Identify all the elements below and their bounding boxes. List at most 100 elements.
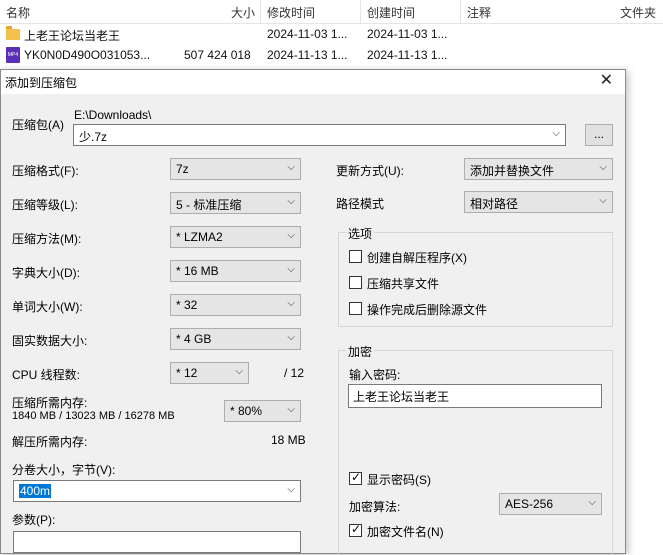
update-mode-value: 添加并替换文件: [470, 164, 555, 178]
file-modified: 2024-11-03 1...: [267, 27, 348, 41]
dict-size-select[interactable]: * 16 MB ⌵: [170, 260, 301, 282]
memory-usage-value: * 80%: [230, 404, 263, 418]
volume-size-combo[interactable]: 400m ⌵: [13, 480, 301, 502]
dict-size-value: * 16 MB: [176, 264, 219, 278]
method-select[interactable]: * LZMA2 ⌵: [170, 226, 301, 248]
chevron-down-icon[interactable]: ⌵: [287, 230, 295, 241]
chevron-down-icon[interactable]: ⌵: [287, 404, 295, 415]
sfx-checkbox[interactable]: [349, 250, 362, 263]
close-icon[interactable]: ✕: [600, 72, 613, 90]
file-modified: 2024-11-13 1...: [267, 48, 348, 62]
level-value: 5 - 标准压缩: [176, 198, 242, 212]
word-size-select[interactable]: * 32 ⌵: [170, 294, 301, 316]
password-label: 输入密码:: [349, 368, 401, 382]
file-name: 上老王论坛当老王: [24, 29, 121, 43]
file-row[interactable]: 上老王论坛当老王 2024-11-03 1... 2024-11-03 1...: [0, 24, 663, 44]
password-value: 上老王论坛当老王: [353, 390, 450, 404]
column-comment[interactable]: 注释: [467, 4, 491, 21]
word-size-value: * 32: [176, 298, 198, 312]
file-list-header: 名称 大小 修改时间 创建时间 注释 文件夹: [0, 0, 663, 24]
delete-after-label[interactable]: 操作完成后删除源文件: [367, 301, 487, 318]
params-input[interactable]: [13, 531, 301, 553]
format-value: 7z: [176, 162, 189, 176]
encryption-method-select[interactable]: AES-256 ⌵: [499, 493, 602, 515]
folder-icon: [6, 26, 20, 40]
chevron-down-icon[interactable]: ⌵: [235, 366, 243, 377]
file-created: 2024-11-13 1...: [367, 48, 448, 62]
password-input[interactable]: 上老王论坛当老王: [348, 384, 602, 408]
decompress-memory-value: 18 MB: [271, 433, 306, 447]
show-password-label[interactable]: 显示密码(S): [367, 471, 431, 488]
archive-name-combo[interactable]: 少.7z ⌵: [73, 124, 566, 146]
column-modified[interactable]: 修改时间: [267, 4, 315, 21]
params-label: 参数(P):: [12, 513, 56, 527]
compress-memory-label: 压缩所需内存:: [12, 396, 88, 410]
word-size-label: 单词大小(W):: [12, 300, 83, 314]
solid-size-label: 固实数据大小:: [12, 334, 88, 348]
volume-size-value: 400m: [19, 484, 52, 498]
column-divider[interactable]: [460, 0, 461, 24]
options-title: 选项: [346, 225, 375, 242]
archive-name-value: 少.7z: [79, 130, 108, 144]
browse-button[interactable]: ...: [585, 124, 613, 146]
chevron-down-icon[interactable]: ⌵: [287, 484, 295, 495]
column-size[interactable]: 大小: [231, 4, 255, 21]
encryption-method-label: 加密算法:: [349, 500, 401, 514]
path-mode-label: 路径模式: [336, 197, 385, 211]
cpu-threads-max: / 12: [284, 366, 305, 380]
chevron-down-icon[interactable]: ⌵: [552, 128, 560, 139]
chevron-down-icon[interactable]: ⌵: [599, 195, 607, 206]
dialog-titlebar[interactable]: 添加到压缩包 ✕: [1, 70, 625, 94]
sfx-label[interactable]: 创建自解压程序(X): [367, 249, 467, 266]
column-created[interactable]: 创建时间: [367, 4, 415, 21]
decompress-memory-label: 解压所需内存:: [12, 435, 88, 449]
level-label: 压缩等级(L):: [12, 198, 79, 212]
file-row[interactable]: MP4 YK0N0D490O031053... 507 424 018 2024…: [0, 45, 663, 65]
encryption-title: 加密: [346, 343, 375, 360]
solid-size-select[interactable]: * 4 GB ⌵: [170, 328, 301, 350]
file-name: YK0N0D490O031053...: [24, 48, 151, 62]
delete-after-checkbox[interactable]: [349, 302, 362, 315]
shared-files-label[interactable]: 压缩共享文件: [367, 275, 439, 292]
update-mode-label: 更新方式(U):: [336, 164, 404, 178]
encryption-method-value: AES-256: [505, 497, 554, 511]
show-password-checkbox[interactable]: [349, 470, 362, 485]
file-created: 2024-11-03 1...: [367, 27, 448, 41]
compress-memory-detail: 1840 MB / 13023 MB / 16278 MB: [12, 410, 175, 422]
cpu-threads-value: * 12: [176, 366, 198, 380]
column-divider[interactable]: [260, 0, 261, 24]
column-folder[interactable]: 文件夹: [620, 4, 656, 21]
archive-label: 压缩包(A): [12, 118, 64, 132]
format-label: 压缩格式(F):: [12, 164, 79, 178]
add-to-archive-dialog: 添加到压缩包 ✕ 压缩包(A) E:\Downloads\ 少.7z ⌵ ...…: [0, 69, 626, 555]
file-size: 507 424 018: [184, 48, 251, 62]
archive-path: E:\Downloads\: [74, 108, 152, 122]
encrypt-names-label[interactable]: 加密文件名(N): [367, 523, 444, 540]
chevron-down-icon[interactable]: ⌵: [599, 162, 607, 173]
chevron-down-icon[interactable]: ⌵: [287, 298, 295, 309]
chevron-down-icon[interactable]: ⌵: [588, 497, 596, 508]
chevron-down-icon[interactable]: ⌵: [287, 162, 295, 173]
solid-size-value: * 4 GB: [176, 332, 212, 346]
shared-files-checkbox[interactable]: [349, 276, 362, 289]
column-divider[interactable]: [360, 0, 361, 24]
dialog-title: 添加到压缩包: [5, 76, 78, 90]
chevron-down-icon[interactable]: ⌵: [287, 196, 295, 207]
mp4-file-icon: MP4: [6, 47, 20, 63]
column-name[interactable]: 名称: [6, 4, 30, 21]
method-label: 压缩方法(M):: [12, 232, 82, 246]
method-value: * LZMA2: [176, 230, 223, 244]
memory-usage-select[interactable]: * 80% ⌵: [224, 400, 301, 422]
dict-size-label: 字典大小(D):: [12, 266, 80, 280]
encrypt-names-checkbox[interactable]: [349, 522, 362, 537]
volume-size-label: 分卷大小，字节(V):: [12, 463, 116, 477]
chevron-down-icon[interactable]: ⌵: [287, 264, 295, 275]
cpu-threads-select[interactable]: * 12 ⌵: [170, 362, 249, 384]
format-select[interactable]: 7z ⌵: [170, 158, 301, 180]
update-mode-select[interactable]: 添加并替换文件 ⌵: [464, 158, 613, 180]
cpu-threads-label: CPU 线程数:: [12, 368, 81, 382]
path-mode-select[interactable]: 相对路径 ⌵: [464, 191, 613, 213]
path-mode-value: 相对路径: [470, 197, 519, 211]
chevron-down-icon[interactable]: ⌵: [287, 332, 295, 343]
level-select[interactable]: 5 - 标准压缩 ⌵: [170, 192, 301, 214]
